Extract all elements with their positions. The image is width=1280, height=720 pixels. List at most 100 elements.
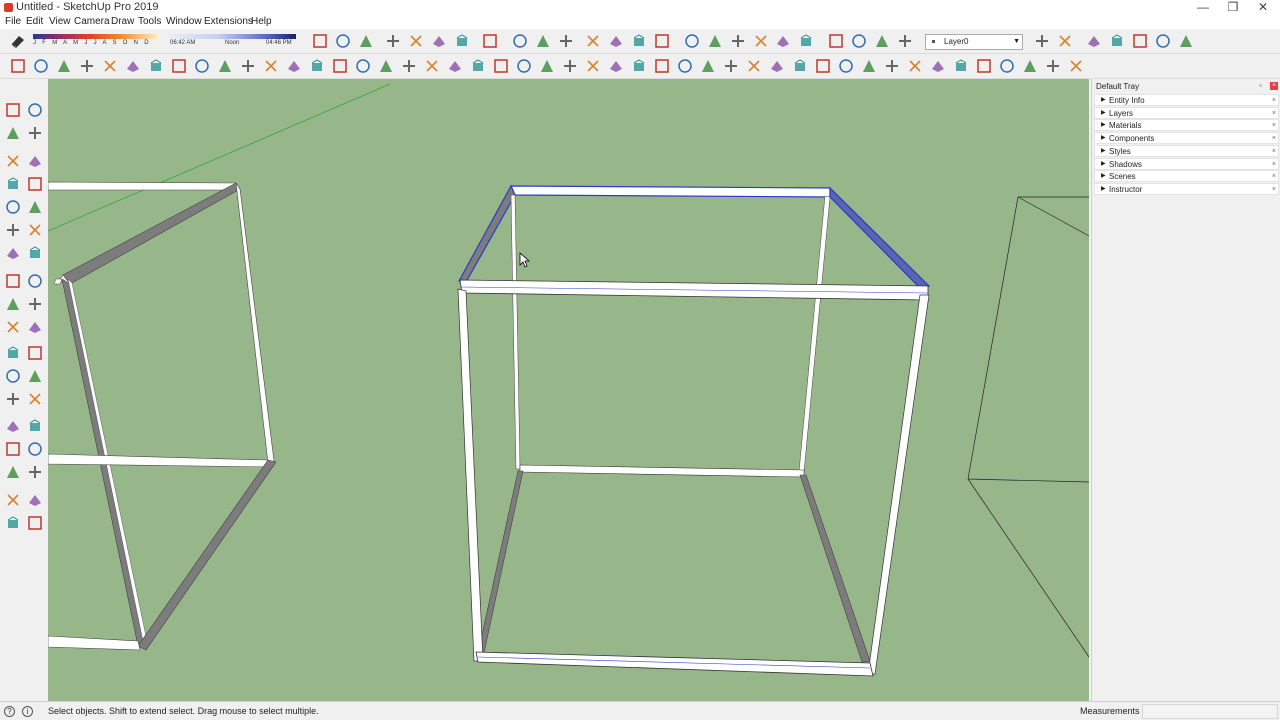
expand-arrow-icon[interactable]: ▶ xyxy=(1101,159,1106,170)
expand-arrow-icon[interactable]: ▶ xyxy=(1101,108,1106,119)
dimension-icon[interactable] xyxy=(26,318,44,336)
line-icon[interactable] xyxy=(4,152,22,170)
paint-bucket-icon[interactable] xyxy=(837,57,855,75)
follow-me-icon[interactable] xyxy=(26,272,44,290)
left-frame[interactable] xyxy=(48,181,277,651)
circle-icon[interactable] xyxy=(4,198,22,216)
follow-me-icon[interactable] xyxy=(354,57,372,75)
eraser-icon[interactable] xyxy=(26,124,44,142)
move-icon[interactable] xyxy=(285,57,303,75)
front-view-icon[interactable] xyxy=(653,32,671,50)
walk-icon[interactable] xyxy=(4,491,22,509)
expand-arrow-icon[interactable]: ▶ xyxy=(1101,146,1106,157)
paint-bucket-icon[interactable] xyxy=(55,57,73,75)
expand-arrow-icon[interactable]: ▶ xyxy=(1101,171,1106,182)
zoom-icon[interactable] xyxy=(4,417,22,435)
wireframe-icon[interactable] xyxy=(453,32,471,50)
pan-icon[interactable] xyxy=(26,390,44,408)
tray-close-icon[interactable]: × xyxy=(1270,82,1278,90)
pie-icon[interactable] xyxy=(1044,57,1062,75)
position-camera-icon[interactable] xyxy=(699,57,717,75)
freehand-icon[interactable] xyxy=(124,57,142,75)
move-icon[interactable] xyxy=(384,32,402,50)
tray-panel-scenes[interactable]: ▶ Scenes × xyxy=(1094,170,1279,183)
select-icon[interactable] xyxy=(791,57,809,75)
rotate-icon[interactable] xyxy=(331,57,349,75)
previous-icon[interactable] xyxy=(26,440,44,458)
walk-icon[interactable] xyxy=(745,57,763,75)
axes-icon[interactable] xyxy=(515,57,533,75)
expand-arrow-icon[interactable]: ▶ xyxy=(1101,120,1106,131)
chevron-down-icon[interactable]: ▼ xyxy=(1013,35,1020,49)
time-gradient-bar[interactable] xyxy=(168,34,296,39)
back-view-icon[interactable] xyxy=(706,32,724,50)
iso-view-icon[interactable] xyxy=(607,32,625,50)
axes-icon[interactable] xyxy=(4,367,22,385)
shaded-icon[interactable] xyxy=(1154,32,1172,50)
panel-close-icon[interactable]: × xyxy=(1272,184,1276,195)
protractor-icon[interactable] xyxy=(469,57,487,75)
minimize-button[interactable]: — xyxy=(1188,0,1218,15)
arc-icon[interactable] xyxy=(239,57,257,75)
select-icon[interactable] xyxy=(9,57,27,75)
tray-panel-instructor[interactable]: ▶ Instructor × xyxy=(1094,182,1279,195)
offset-icon[interactable] xyxy=(400,57,418,75)
menu-extensions[interactable]: Extensions xyxy=(204,15,253,29)
menu-camera[interactable]: Camera xyxy=(74,15,110,29)
model-canvas[interactable] xyxy=(48,79,1089,701)
menu-tools[interactable]: Tools xyxy=(138,15,161,29)
eraser-icon[interactable] xyxy=(78,57,96,75)
close-button[interactable]: ✕ xyxy=(1248,0,1278,15)
fog-icon[interactable] xyxy=(873,32,891,50)
menu-window[interactable]: Window xyxy=(166,15,202,29)
line-icon[interactable] xyxy=(883,57,901,75)
arc-icon[interactable] xyxy=(1021,57,1039,75)
freehand-icon[interactable] xyxy=(906,57,924,75)
rectangle-icon[interactable] xyxy=(147,57,165,75)
rectangle-icon[interactable] xyxy=(929,57,947,75)
select-icon[interactable] xyxy=(4,101,22,119)
menu-view[interactable]: View xyxy=(49,15,71,29)
scale-icon[interactable] xyxy=(4,295,22,313)
text-icon[interactable] xyxy=(492,57,510,75)
section-plane-icon[interactable] xyxy=(896,32,914,50)
tray-panel-shadows[interactable]: ▶ Shadows × xyxy=(1094,157,1279,170)
shadow-toggle-icon[interactable] xyxy=(850,32,868,50)
section-plane-icon[interactable] xyxy=(357,32,375,50)
eraser-icon[interactable] xyxy=(860,57,878,75)
xray-icon[interactable] xyxy=(481,32,499,50)
make-component-icon[interactable] xyxy=(814,57,832,75)
position-camera-icon[interactable] xyxy=(4,463,22,481)
shadow-toggle-icon[interactable] xyxy=(311,32,329,50)
shadow-time-slider[interactable]: 06:42 AM Noon 04:46 PM xyxy=(168,31,296,51)
panel-close-icon[interactable]: × xyxy=(1272,159,1276,170)
right-frame[interactable] xyxy=(967,196,1089,658)
tray-panel-layers[interactable]: ▶ Layers × xyxy=(1094,106,1279,119)
rotated-rectangle-icon[interactable] xyxy=(170,57,188,75)
text-icon[interactable] xyxy=(1033,32,1051,50)
restore-button[interactable]: ❐ xyxy=(1218,0,1248,15)
section-icon[interactable] xyxy=(26,491,44,509)
tray-panel-materials[interactable]: ▶ Materials × xyxy=(1094,119,1279,132)
pie-icon[interactable] xyxy=(26,221,44,239)
warehouse-icon[interactable] xyxy=(752,32,770,50)
tray-panel-entity-info[interactable]: ▶ Entity Info × xyxy=(1094,94,1279,106)
panel-close-icon[interactable]: × xyxy=(1272,120,1276,131)
move-icon[interactable] xyxy=(4,244,22,262)
panel-close-icon[interactable]: × xyxy=(1272,133,1276,144)
rotated-rectangle-icon[interactable] xyxy=(952,57,970,75)
tray-panel-components[interactable]: ▶ Components × xyxy=(1094,132,1279,145)
panel-close-icon[interactable]: × xyxy=(1272,95,1276,106)
hidden-line-icon[interactable] xyxy=(511,32,529,50)
eraser-icon[interactable] xyxy=(9,32,27,50)
top-view-icon[interactable] xyxy=(630,32,648,50)
polygon-icon[interactable] xyxy=(998,57,1016,75)
circle-icon[interactable] xyxy=(193,57,211,75)
polygon-icon[interactable] xyxy=(26,198,44,216)
layout-icon[interactable] xyxy=(797,32,815,50)
center-cube-frame[interactable] xyxy=(457,184,930,677)
pin-icon[interactable]: ▫ xyxy=(1259,81,1262,90)
push-pull-icon[interactable] xyxy=(26,244,44,262)
tape-measure-icon[interactable] xyxy=(4,318,22,336)
arc-icon[interactable] xyxy=(4,221,22,239)
